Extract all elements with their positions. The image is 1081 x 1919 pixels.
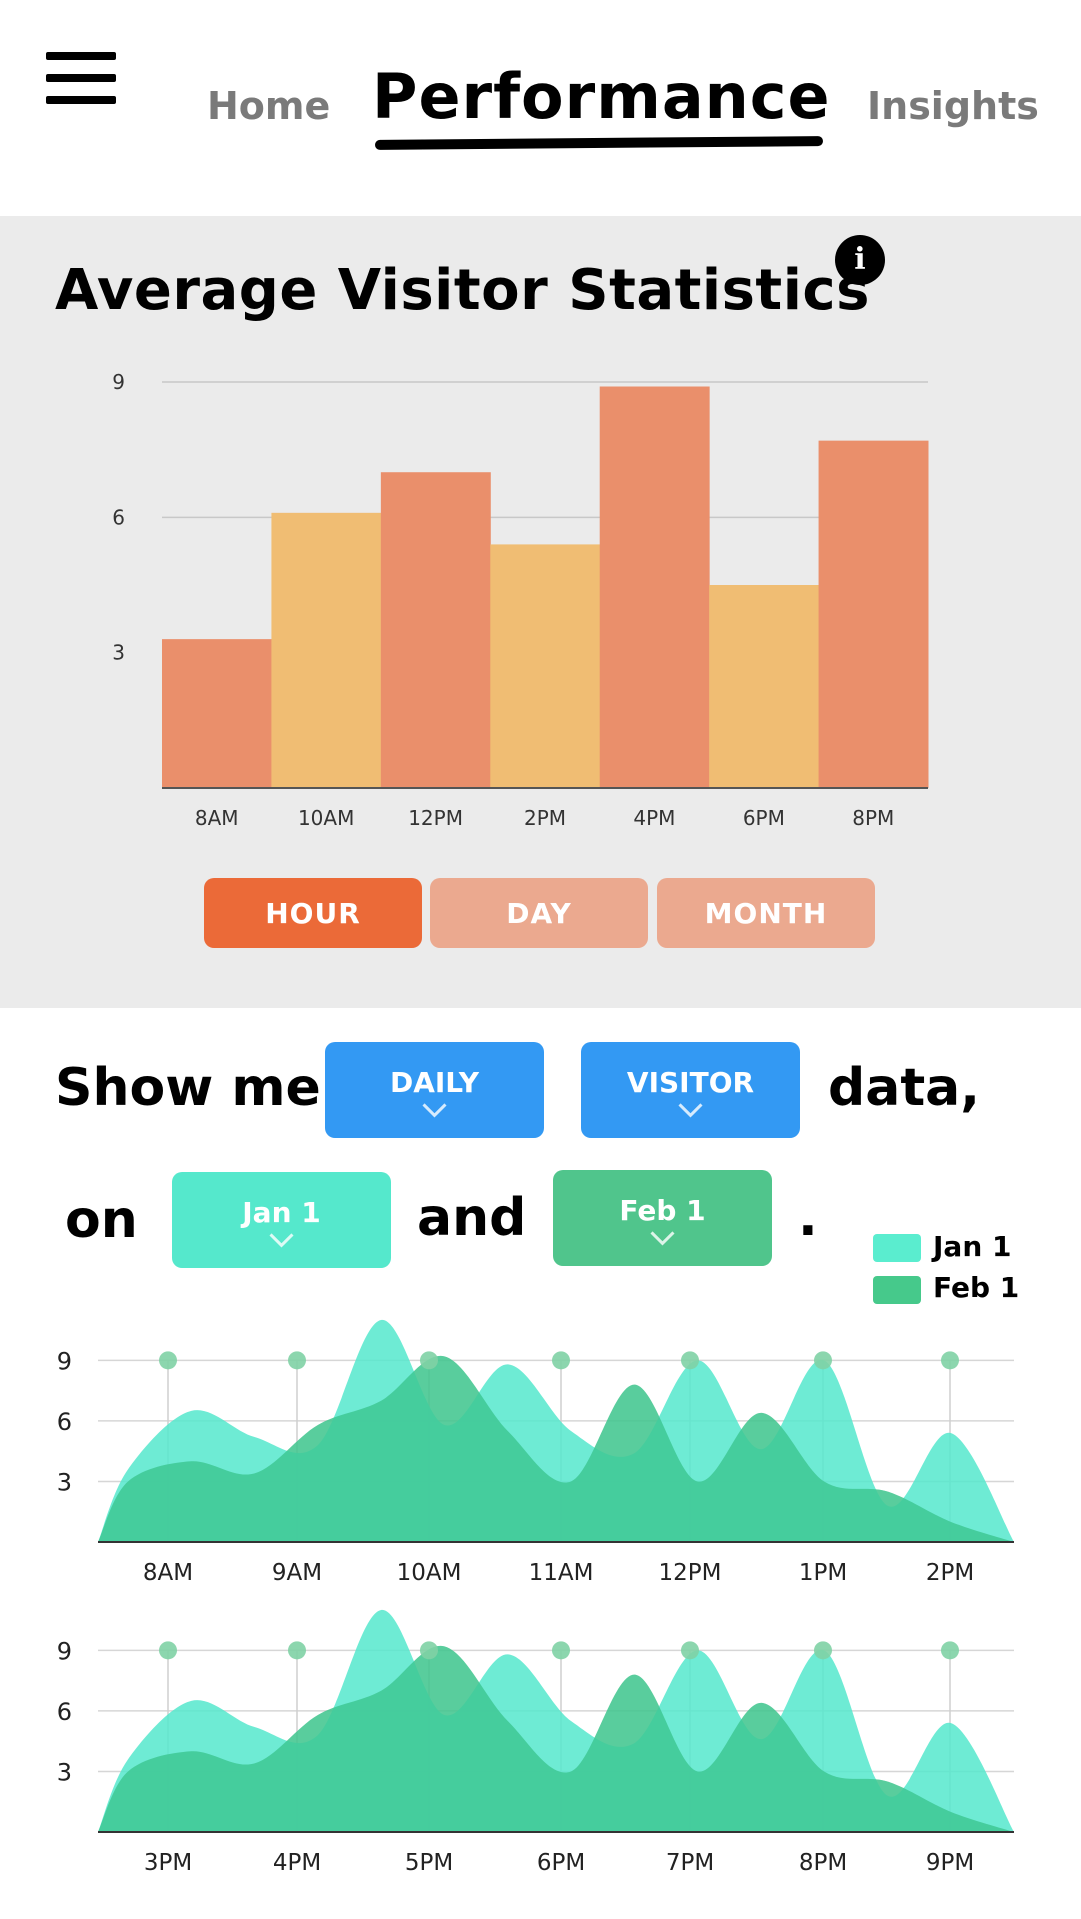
nav-home[interactable]: Home	[207, 84, 330, 128]
bar	[162, 639, 272, 788]
data-point-marker	[288, 1641, 306, 1660]
nav-performance[interactable]: Performance	[372, 60, 831, 133]
y-tick-label: 6	[112, 505, 125, 529]
hamburger-menu-icon[interactable]	[46, 52, 116, 104]
bar	[599, 386, 710, 788]
text-show-me: Show me	[55, 1058, 321, 1118]
bar	[490, 544, 601, 788]
x-tick-label: 7PM	[666, 1850, 714, 1876]
period-dropdown[interactable]: DAILY	[325, 1042, 544, 1138]
tab-day[interactable]: DAY	[430, 878, 648, 948]
data-point-marker	[159, 1351, 177, 1370]
x-tick-label: 10AM	[397, 1560, 462, 1586]
data-point-marker	[420, 1351, 438, 1370]
y-tick-label: 6	[57, 1698, 72, 1726]
date-a-dropdown[interactable]: Jan 1	[172, 1172, 391, 1268]
y-tick-label: 3	[57, 1758, 72, 1786]
y-tick-label: 9	[57, 1347, 72, 1375]
data-point-marker	[681, 1351, 699, 1370]
metric-dropdown[interactable]: VISITOR	[581, 1042, 800, 1138]
data-point-marker	[159, 1641, 177, 1660]
x-tick-label: 9AM	[272, 1560, 322, 1586]
x-tick-label: 6PM	[743, 806, 785, 830]
x-tick-label: 3PM	[144, 1850, 192, 1876]
text-and: and	[417, 1188, 527, 1248]
nav-insights[interactable]: Insights	[867, 84, 1039, 128]
y-tick-label: 9	[57, 1637, 72, 1665]
date-b-dropdown[interactable]: Feb 1	[553, 1170, 772, 1266]
tab-month[interactable]: MONTH	[657, 878, 875, 948]
x-tick-label: 8AM	[143, 1560, 193, 1586]
area-chart-morning: 3 6 9 8AM 9AM 10AM 11AM 12PM 1PM 2PM	[57, 1319, 1014, 1586]
y-tick-label: 3	[57, 1468, 72, 1496]
x-tick-label: 10AM	[298, 806, 354, 830]
nav-active-underline	[374, 136, 824, 150]
y-tick-label: 6	[57, 1408, 72, 1436]
y-tick-label: 3	[112, 641, 125, 665]
x-tick-label: 8PM	[852, 806, 894, 830]
x-tick-label: 5PM	[405, 1850, 453, 1876]
bar	[818, 440, 929, 788]
info-icon[interactable]: i	[835, 235, 885, 285]
legend-swatch-jan	[873, 1234, 921, 1262]
x-tick-label: 2PM	[524, 806, 566, 830]
data-point-marker	[420, 1641, 438, 1660]
bar-chart: 3 6 9 8AM 10AM 12PM 2PM 4PM 6PM 8PM	[112, 370, 929, 830]
text-on: on	[65, 1190, 138, 1250]
area-chart-afternoon: 3 6 9 3PM 4PM 5PM 6PM 7PM 8PM 9PM	[57, 1609, 1014, 1876]
x-tick-label: 1PM	[799, 1560, 847, 1586]
data-point-marker	[552, 1351, 570, 1370]
data-point-marker	[814, 1641, 832, 1660]
tab-hour[interactable]: HOUR	[204, 878, 422, 948]
data-point-marker	[552, 1641, 570, 1660]
bar	[709, 585, 820, 788]
text-data: data,	[828, 1058, 981, 1118]
data-point-marker	[288, 1351, 306, 1370]
x-tick-label: 4PM	[273, 1850, 321, 1876]
x-tick-label: 4PM	[633, 806, 675, 830]
x-tick-label: 8AM	[195, 806, 239, 830]
y-tick-label: 9	[112, 370, 125, 394]
stats-title: Average Visitor Statistics	[55, 258, 870, 323]
data-point-marker	[941, 1351, 959, 1370]
x-tick-label: 8PM	[799, 1850, 847, 1876]
bar	[271, 512, 382, 788]
x-tick-label: 6PM	[537, 1850, 585, 1876]
data-point-marker	[941, 1641, 959, 1660]
text-period: .	[798, 1188, 818, 1248]
data-point-marker	[681, 1641, 699, 1660]
x-tick-label: 11AM	[529, 1560, 594, 1586]
data-point-marker	[814, 1351, 832, 1370]
x-tick-label: 12PM	[408, 806, 463, 830]
x-tick-label: 2PM	[926, 1560, 974, 1586]
bar	[380, 472, 491, 788]
x-tick-label: 12PM	[659, 1560, 722, 1586]
legend-label-jan: Jan 1	[933, 1230, 1012, 1263]
x-tick-label: 9PM	[926, 1850, 974, 1876]
